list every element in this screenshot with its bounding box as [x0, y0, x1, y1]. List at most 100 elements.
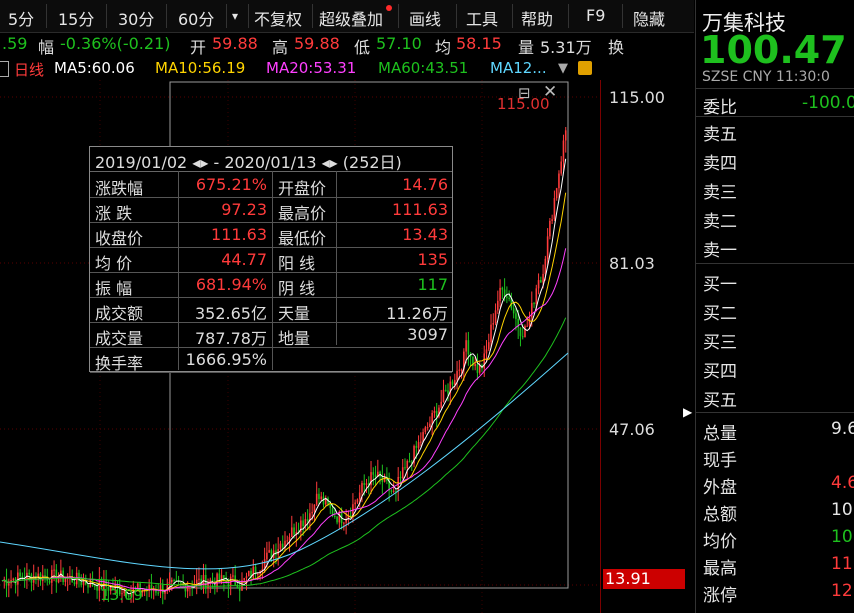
notification-dot: [386, 5, 392, 11]
candle-body: [474, 364, 476, 367]
period-dropdown-icon[interactable]: ▾: [232, 9, 238, 23]
interval-range: 2019/01/02 ◂▸ - 2020/01/13 ◂▸ (252日): [95, 153, 402, 172]
stats-label: 收盘价: [95, 229, 144, 248]
candle-body: [440, 401, 443, 408]
candle-body: [64, 579, 67, 583]
candle-body: [358, 492, 361, 500]
stats-label: 阳 线: [278, 254, 316, 273]
stats-label: 涨跌幅: [95, 179, 144, 198]
candle-body: [476, 364, 479, 373]
candle-body: [268, 550, 270, 553]
quote-field-value: 12: [831, 581, 853, 601]
no-adjust-button[interactable]: 不复权: [254, 6, 302, 30]
stats-label: 天量: [278, 304, 311, 323]
super-overlay-button[interactable]: 超级叠加: [319, 6, 383, 30]
candle-body: [257, 573, 259, 575]
interval-range-header[interactable]: 2019/01/02 ◂▸ - 2020/01/13 ◂▸ (252日): [90, 147, 452, 172]
period-15min-tab[interactable]: 15分: [58, 6, 94, 30]
hide-button[interactable]: 隐藏: [633, 6, 665, 30]
help-button[interactable]: 帮助: [521, 6, 553, 30]
candle-body: [426, 427, 429, 429]
candle-body: [503, 289, 506, 297]
stats-label: 换手率: [95, 354, 144, 373]
weibi-value: -100.0: [802, 93, 854, 113]
ma10-label[interactable]: MA10:56.19: [155, 59, 245, 77]
f9-button[interactable]: F9: [586, 6, 605, 25]
candle-body: [87, 584, 89, 588]
collapse-triangle-icon[interactable]: ▼: [558, 61, 568, 76]
avg-label: 均: [435, 38, 452, 57]
window-restore-icon[interactable]: ⊟: [518, 84, 531, 102]
volume-label: 量: [518, 38, 535, 57]
draw-line-button[interactable]: 画线: [409, 6, 441, 30]
quote-field-label: 现手: [703, 451, 737, 471]
stats-row: 振 幅 681.94% 阴 线 117: [90, 272, 452, 298]
candle-body: [374, 474, 377, 478]
candle-body: [420, 441, 422, 443]
period-toolbar: 5分 15分 30分 60分 ▾ 不复权 超级叠加 画线 工具 帮助 F9 隐藏: [0, 0, 694, 33]
expand-right-icon[interactable]: ▶: [683, 405, 692, 419]
quote-field-label: 总额: [703, 505, 737, 525]
candle-body: [343, 522, 345, 524]
candle-body: [383, 476, 386, 482]
stats-label: 涨 跌: [95, 204, 133, 223]
stats-row: 涨 跌 97.23 最高价 111.63: [90, 197, 452, 223]
ma120-line: [0, 352, 569, 570]
candle-body: [415, 446, 418, 448]
candle-body: [515, 313, 517, 319]
quote-panel: 万集科技 100.47 SZSE CNY 11:30:0 委比 -100.0 卖…: [695, 0, 854, 613]
period-30min-tab[interactable]: 30分: [118, 6, 154, 30]
kline-type-label[interactable]: 日线: [14, 59, 44, 80]
quote-field-label: 最高: [703, 559, 737, 579]
stats-value: 14.76: [402, 175, 448, 194]
stats-label: 成交额: [95, 304, 144, 323]
candle-body: [315, 493, 318, 505]
lock-icon[interactable]: [578, 61, 592, 75]
high-value: 59.88: [294, 34, 340, 53]
stats-label: 均 价: [95, 254, 133, 273]
ma60-label[interactable]: MA60:43.51: [378, 59, 468, 77]
candle-body: [94, 585, 96, 587]
candle-body: [549, 220, 551, 237]
candle-body: [48, 580, 51, 583]
stats-value: 44.77: [221, 250, 267, 269]
ma20-label[interactable]: MA20:53.31: [266, 59, 356, 77]
period-60min-tab[interactable]: 60分: [178, 6, 214, 30]
close-icon[interactable]: ✕: [543, 82, 557, 102]
weibi-label: 委比: [703, 98, 737, 118]
candle-body: [460, 369, 463, 371]
stats-label: 成交量: [95, 329, 144, 348]
tools-button[interactable]: 工具: [466, 6, 498, 30]
candle-body: [334, 515, 336, 517]
candle-body: [442, 389, 445, 402]
candle-body: [329, 504, 332, 508]
ask-level-label: 卖四: [703, 154, 737, 174]
high-label: 高: [272, 38, 289, 57]
candle-body: [424, 427, 427, 433]
candle-body: [465, 340, 467, 352]
quote-field-label: 均价: [703, 532, 737, 552]
period-5min-tab[interactable]: 5分: [8, 6, 34, 30]
candle-body: [433, 410, 436, 413]
candle-body: [180, 581, 182, 584]
candle-body: [286, 540, 289, 542]
axis-tick: 81.03: [609, 254, 655, 273]
stats-label: 振 幅: [95, 279, 133, 298]
ma120-label[interactable]: MA12...: [490, 59, 547, 77]
axis-tick: 47.06: [609, 420, 655, 439]
candle-body: [485, 349, 488, 354]
ma5-label[interactable]: MA5:60.06: [54, 59, 135, 77]
stats-label: 阴 线: [278, 279, 316, 298]
quote-field-value: 10.1: [831, 500, 854, 520]
stats-row: 成交量 787.78万 地量 3097: [90, 322, 452, 348]
candle-body: [279, 543, 282, 550]
candle-body: [408, 461, 411, 463]
candle-body: [302, 520, 304, 527]
candle-body: [266, 552, 268, 560]
candle-body: [558, 173, 560, 189]
stats-value: 3097: [407, 325, 448, 344]
change-label: 幅: [38, 38, 55, 57]
candle-body: [356, 499, 359, 503]
stats-row: 成交额 352.65亿 天量 11.26万: [90, 297, 452, 323]
candle-body: [28, 572, 30, 575]
